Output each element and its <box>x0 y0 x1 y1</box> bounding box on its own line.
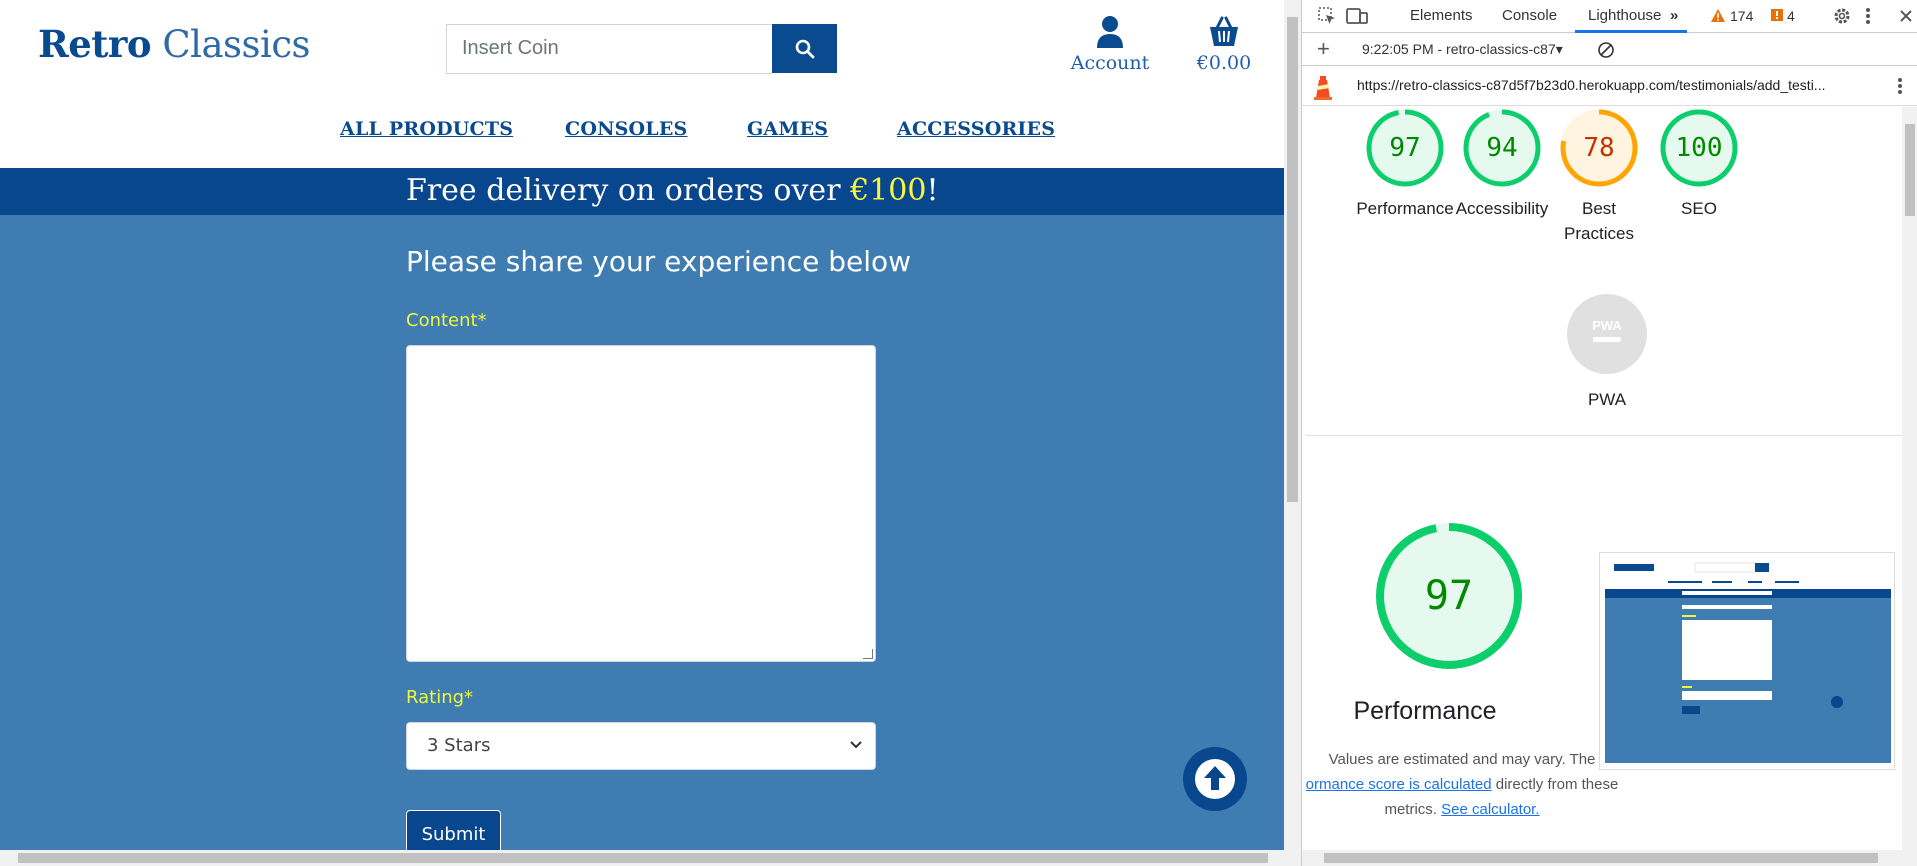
page-vertical-scrollbar[interactable] <box>1284 0 1301 850</box>
clear-icon[interactable] <box>1597 41 1615 59</box>
devtools-horizontal-scrollbar[interactable] <box>1302 850 1917 866</box>
pwa-gauge[interactable]: PWA <box>1566 293 1648 380</box>
search-input[interactable]: Insert Coin <box>446 24 772 74</box>
warnings-count[interactable]: 174 <box>1730 8 1753 24</box>
banner-prefix: Free delivery on orders over <box>406 173 851 208</box>
kebab-menu-icon[interactable] <box>1865 6 1871 26</box>
page-horizontal-scrollbar[interactable] <box>0 850 1301 866</box>
gauge-ring: 97 <box>1364 107 1446 189</box>
score-gauge-best-practices[interactable]: 78 <box>1558 107 1640 189</box>
device-toggle-icon[interactable] <box>1346 7 1368 25</box>
rating-select[interactable]: 3 Stars <box>406 722 876 770</box>
gauge-score: 100 <box>1675 133 1723 163</box>
close-icon[interactable] <box>1898 6 1914 26</box>
nav-games[interactable]: GAMES <box>747 118 828 140</box>
error-icon[interactable] <box>1771 9 1783 23</box>
devtools-vscroll-thumb[interactable] <box>1905 124 1915 216</box>
rating-label: Rating* <box>406 687 474 708</box>
score-calculated-link[interactable]: ormance score is calculated <box>1306 776 1492 793</box>
cart-total: €0.00 <box>1196 52 1252 74</box>
lighthouse-toolbar: + 9:22:05 PM - retro-classics-c87▾ <box>1302 33 1917 66</box>
report-url: https://retro-classics-c87d5f7b23d0.hero… <box>1357 77 1826 93</box>
lighthouse-report: 97 Performance 94 Accessibility 78 Best Prac… <box>1302 107 1902 850</box>
nav-all-products[interactable]: ALL PRODUCTS <box>340 118 513 140</box>
url-bar: https://retro-classics-c87d5f7b23d0.hero… <box>1302 66 1917 106</box>
logo-light-text: Classics <box>162 23 311 66</box>
page-hscroll-thumb[interactable] <box>18 853 1268 863</box>
new-report-icon[interactable]: + <box>1317 36 1330 62</box>
content-textarea[interactable] <box>406 345 876 662</box>
search-button[interactable] <box>772 24 837 73</box>
banner-text: Free delivery on orders over €100! <box>406 173 939 208</box>
score-gauge-performance[interactable]: 97 <box>1364 107 1446 189</box>
lighthouse-icon <box>1314 76 1332 100</box>
report-selector[interactable]: 9:22:05 PM - retro-classics-c87▾ <box>1362 41 1563 58</box>
page-vscroll-thumb[interactable] <box>1287 17 1298 502</box>
pwa-badge-icon: PWA <box>1567 294 1647 374</box>
gauge-ring: 78 <box>1558 107 1640 189</box>
account-label: Account <box>1070 52 1150 74</box>
devtools-hscroll-thumb[interactable] <box>1324 853 1878 863</box>
big-gauge-score: 97 <box>1425 573 1473 619</box>
nav-consoles[interactable]: CONSOLES <box>565 118 687 140</box>
inspect-icon[interactable] <box>1318 7 1336 25</box>
logo-bold-text: Retro <box>38 22 152 66</box>
performance-description: Values are estimated and may vary. The o… <box>1302 747 1622 822</box>
site-header: Retro Classics Insert Coin Account €0.00… <box>0 0 1284 168</box>
delivery-banner: Free delivery on orders over €100! <box>0 168 1284 215</box>
tab-elements[interactable]: Elements <box>1410 7 1473 24</box>
performance-gauge-large[interactable]: 97 <box>1373 520 1525 672</box>
pwa-badge-text: PWA <box>1592 318 1622 333</box>
banner-suffix: ! <box>926 173 939 208</box>
score-gauge-accessibility[interactable]: 94 <box>1461 107 1543 189</box>
pwa-label: PWA <box>1587 390 1627 409</box>
dropdown-caret-icon: ▾ <box>1555 41 1563 57</box>
back-to-top-button[interactable] <box>1183 747 1247 811</box>
rating-selected-value: 3 Stars <box>427 735 491 756</box>
url-menu-icon[interactable] <box>1897 76 1903 96</box>
report-selector-text: 9:22:05 PM - retro-classics-c87 <box>1362 41 1556 57</box>
gauge-label: SEO <box>1681 199 1717 218</box>
devtools-toolbar: Elements Console Lighthouse » 174 4 <box>1302 0 1917 33</box>
tab-lighthouse[interactable]: Lighthouse <box>1588 7 1661 24</box>
section-divider <box>1306 435 1902 436</box>
banner-amount: €100 <box>850 173 927 208</box>
chevron-down-icon <box>850 741 862 749</box>
performance-gauge-ring: 97 <box>1376 523 1522 669</box>
cart-link[interactable]: €0.00 <box>1179 14 1269 74</box>
devtools-panel: Elements Console Lighthouse » 174 4 + 9:… <box>1301 0 1917 866</box>
gauge-score: 94 <box>1486 133 1518 163</box>
score-gauge-seo[interactable]: 100 <box>1658 107 1740 189</box>
warning-icon[interactable] <box>1710 8 1726 23</box>
submit-button[interactable]: Submit <box>406 810 501 854</box>
desc-line-2: directly from these <box>1491 776 1619 793</box>
nav-accessories[interactable]: ACCESSORIES <box>897 118 1055 140</box>
gauge-ring: 94 <box>1461 107 1543 189</box>
content-label: Content* <box>406 310 487 331</box>
user-icon <box>1097 16 1123 48</box>
screenshot-image <box>1600 553 1894 769</box>
errors-count[interactable]: 4 <box>1787 8 1795 24</box>
devtools-vertical-scrollbar[interactable] <box>1902 107 1917 850</box>
desc-line-3: metrics. <box>1384 801 1442 818</box>
gauge-score: 97 <box>1389 133 1421 163</box>
page-screenshot-thumbnail[interactable] <box>1599 552 1895 770</box>
see-calculator-link[interactable]: See calculator. <box>1441 801 1539 818</box>
website-viewport: Retro Classics Insert Coin Account €0.00… <box>0 0 1284 866</box>
form-title: Please share your experience below <box>406 245 912 278</box>
desc-line-1: Values are estimated and may vary. The <box>1328 751 1596 768</box>
arrow-up-icon <box>1195 759 1235 799</box>
tab-console[interactable]: Console <box>1502 7 1557 24</box>
site-logo[interactable]: Retro Classics <box>38 22 311 66</box>
more-tabs-icon[interactable]: » <box>1670 7 1678 24</box>
resize-handle[interactable] <box>863 649 873 659</box>
gauge-score: 78 <box>1583 133 1615 163</box>
search-icon <box>795 39 814 58</box>
basket-icon <box>1210 16 1238 46</box>
account-link[interactable]: Account <box>1065 14 1155 74</box>
gauge-ring: 100 <box>1658 107 1740 189</box>
performance-title: Performance <box>1353 697 1497 725</box>
gear-icon[interactable] <box>1832 6 1852 26</box>
